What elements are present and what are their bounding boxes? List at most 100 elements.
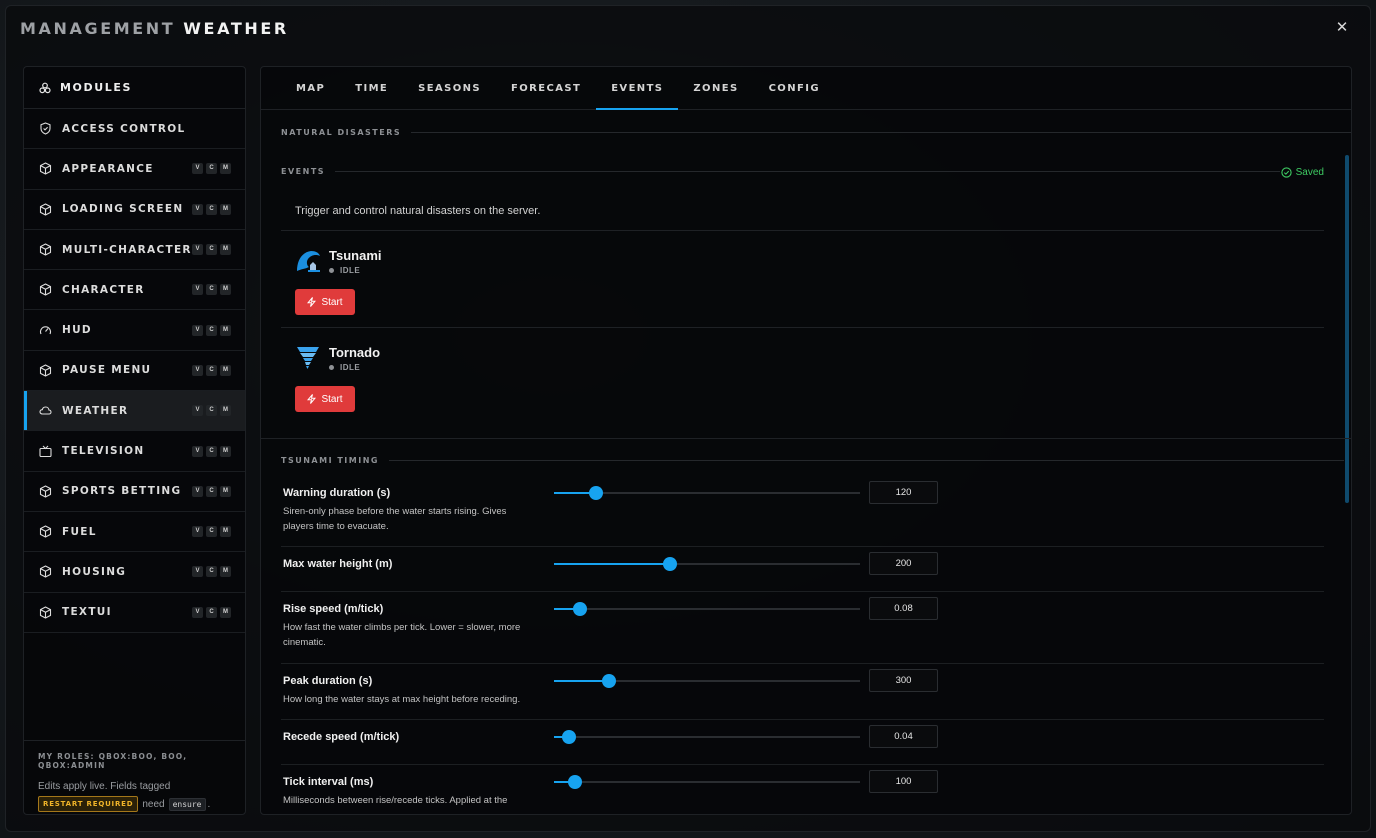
tag-v: V <box>192 485 203 497</box>
need-text: need <box>142 798 165 810</box>
sidebar-item-hud[interactable]: HUD V C M <box>24 310 245 351</box>
events-heading: EVENTS <box>281 167 1281 176</box>
slider-thumb[interactable] <box>601 674 616 688</box>
tag-v: V <box>192 324 203 336</box>
slider-thumb[interactable] <box>561 730 576 744</box>
tag-v: V <box>192 606 203 618</box>
setting-slider[interactable] <box>554 674 860 688</box>
sidebar-item-sports-betting[interactable]: SPORTS BETTING V C M <box>24 472 245 512</box>
setting-slider[interactable] <box>554 557 860 571</box>
start-tornado-button[interactable]: Start <box>295 386 355 412</box>
sidebar-item-weather[interactable]: WEATHER V C M <box>24 391 245 432</box>
setting-description: Milliseconds between rise/recede ticks. … <box>283 795 508 806</box>
tag-m: M <box>220 364 231 376</box>
setting-label: Warning duration (s) <box>283 487 391 499</box>
tag-v: V <box>192 203 203 215</box>
timing-row: Peak duration (s) How long the water stay… <box>283 669 1325 725</box>
lightning-icon <box>307 394 317 404</box>
sidebar-item-housing[interactable]: HOUSING V C M <box>24 552 245 593</box>
tab-zones[interactable]: ZONES <box>678 67 753 109</box>
tab-seasons[interactable]: SEASONS <box>403 67 496 109</box>
module-tags: VCM <box>192 163 231 175</box>
setting-label: Peak duration (s) <box>283 675 373 687</box>
app-title: MANAGEMENT WEATHER <box>20 19 289 38</box>
cube-icon <box>39 565 52 579</box>
setting-label: Recede speed (m/tick) <box>283 731 400 743</box>
sidebar-item-multi-character[interactable]: MULTI-CHARACTER V C M <box>24 230 245 271</box>
sidebar-item-label: FUEL <box>62 525 97 538</box>
value-input[interactable]: 0.08 <box>869 597 938 620</box>
natural-disasters-heading: NATURAL DISASTERS <box>281 128 1351 137</box>
tab-bar: MAP TIME SEASONS FORECAST EVENTS ZONES CONFIG <box>261 67 1351 110</box>
module-tags: VCM <box>192 284 231 296</box>
row-divider <box>281 764 1324 765</box>
start-tsunami-button[interactable]: Start <box>295 289 355 315</box>
module-tags: VCM <box>192 324 231 336</box>
sidebar-item-label: ACCESS CONTROL <box>62 122 186 135</box>
natural-disasters-title: NATURAL DISASTERS <box>281 128 402 137</box>
sidebar-item-television[interactable]: TELEVISION V C M <box>24 431 245 472</box>
tab-forecast[interactable]: FORECAST <box>496 67 596 109</box>
start-label: Start <box>321 296 343 308</box>
cube-icon <box>39 162 52 176</box>
setting-description: How long the water stays at max height b… <box>283 694 521 705</box>
status-text: IDLE <box>340 266 361 275</box>
cube-icon <box>39 243 52 256</box>
tornado-icon <box>297 347 319 369</box>
tag-v: V <box>192 445 203 457</box>
slider-thumb[interactable] <box>573 602 587 616</box>
value-input[interactable]: 200 <box>869 552 938 575</box>
cube-icon <box>39 203 52 216</box>
content-scrollbar[interactable] <box>1345 155 1349 503</box>
setting-slider[interactable] <box>554 602 860 616</box>
tsunami-timing-heading: TSUNAMI TIMING <box>281 456 1344 465</box>
value-input[interactable]: 100 <box>869 770 938 793</box>
sidebar-item-label: WEATHER <box>62 404 129 417</box>
sidebar-item-textui[interactable]: TEXTUI V C M <box>24 593 245 633</box>
cloud-icon <box>39 404 52 417</box>
tag-c: C <box>206 405 217 417</box>
sidebar-footer: MY ROLES: QBOX:BOO, BOO, QBOX:ADMIN Edit… <box>24 740 245 814</box>
sidebar-item-fuel[interactable]: FUEL V C M <box>24 512 245 553</box>
tag-c: C <box>206 284 217 296</box>
sidebar-item-label: LOADING SCREEN <box>62 203 184 216</box>
tab-time[interactable]: TIME <box>340 67 403 109</box>
value-input[interactable]: 120 <box>869 481 938 504</box>
slider-thumb[interactable] <box>588 486 603 500</box>
module-tags: VCM <box>192 566 231 578</box>
tag-v: V <box>192 163 203 175</box>
setting-slider[interactable] <box>554 486 860 500</box>
events-description: Trigger and control natural disasters on… <box>295 205 541 217</box>
setting-slider[interactable] <box>554 775 860 789</box>
sidebar-item-loading-screen[interactable]: LOADING SCREEN V C M <box>24 190 245 230</box>
sidebar-item-pause-menu[interactable]: PAUSE MENU V C M <box>24 351 245 392</box>
slider-thumb[interactable] <box>568 775 583 789</box>
close-icon[interactable]: ✕ <box>1332 18 1352 38</box>
slider-thumb[interactable] <box>662 557 677 571</box>
tag-c: C <box>206 526 217 538</box>
gauge-icon <box>39 324 52 337</box>
value-input[interactable]: 0.04 <box>869 725 938 748</box>
saved-indicator: Saved <box>1280 167 1324 178</box>
slider-track <box>554 736 860 738</box>
roles-text: MY ROLES: QBOX:BOO, BOO, QBOX:ADMIN <box>38 752 188 770</box>
setting-description: How fast the water climbs per tick. Lowe… <box>283 622 521 648</box>
value-input[interactable]: 300 <box>869 669 938 692</box>
tab-events[interactable]: EVENTS <box>596 67 679 110</box>
main-panel: MAP TIME SEASONS FORECAST EVENTS ZONES CONFIG … <box>260 66 1352 815</box>
tag-m: M <box>220 324 231 336</box>
module-tags: VCM <box>192 606 231 618</box>
tsunami-icon <box>297 251 320 272</box>
sidebar-item-access-control[interactable]: ACCESS CONTROL <box>24 109 245 150</box>
sidebar-item-character[interactable]: CHARACTER V C M <box>24 270 245 311</box>
tag-v: V <box>192 284 203 296</box>
tag-m: M <box>220 566 231 578</box>
tab-map[interactable]: MAP <box>281 67 340 109</box>
app-title-sub: WEATHER <box>183 19 289 38</box>
tab-config[interactable]: CONFIG <box>754 67 835 109</box>
setting-slider[interactable] <box>554 730 860 744</box>
sidebar-item-appearance[interactable]: APPEARANCE V C M <box>24 149 245 190</box>
tsunami-timing-title: TSUNAMI TIMING <box>281 456 379 465</box>
timing-row: Max water height (m) 200 <box>283 552 1325 608</box>
tag-c: C <box>206 244 217 256</box>
